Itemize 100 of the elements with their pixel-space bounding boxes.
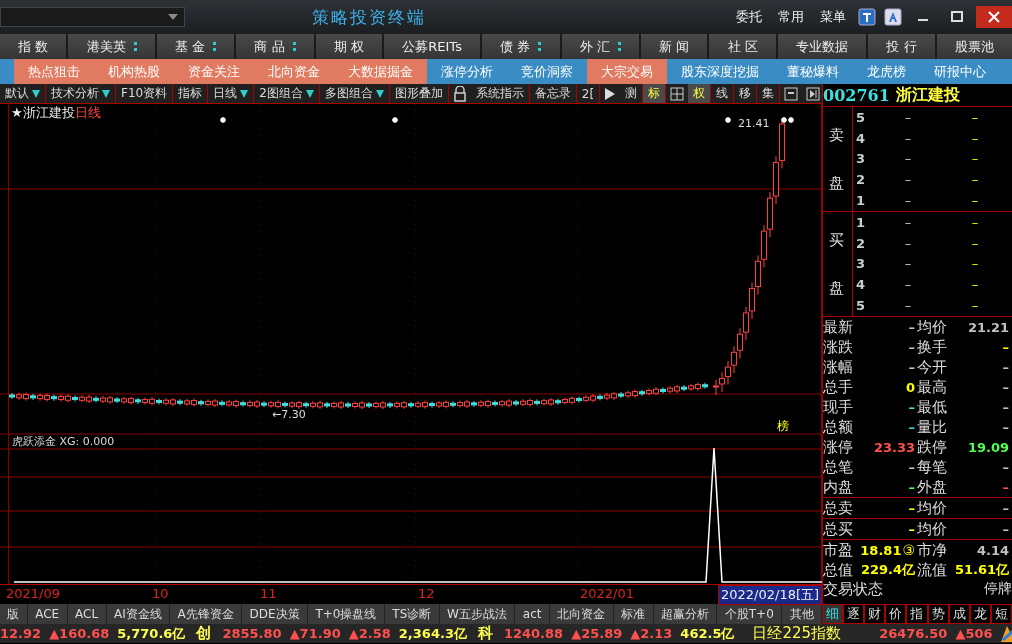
stat-label: 交易状态 <box>823 579 883 599</box>
ticker-text: 2,364.3亿 <box>398 624 467 643</box>
stat-value: – <box>907 359 916 375</box>
toolbar-button[interactable]: 权 <box>688 84 712 103</box>
ticker-text: ▲160.68 <box>49 626 110 641</box>
stat-label: 市盈 <box>823 540 854 560</box>
stat-label: 流值 <box>917 560 948 580</box>
nav-tab[interactable]: 新 闻 <box>641 34 708 59</box>
stat-label: 换手 <box>917 337 948 357</box>
stock-name: 浙江建投 <box>895 84 960 106</box>
level-number: 4 <box>855 277 867 293</box>
detail-tab[interactable]: 势 <box>927 604 949 624</box>
stat-value: – <box>1001 379 1010 395</box>
chart-title: ★浙江建投 <box>11 105 75 120</box>
ticker-text: 462.5亿 <box>680 624 735 643</box>
detail-tab[interactable]: 成 <box>948 604 970 624</box>
stat-value: 4.14 <box>975 542 1010 558</box>
ticker-text: ▲2.13 <box>630 626 673 641</box>
bid-price: – <box>903 235 913 251</box>
side-label: 买盘 <box>823 212 853 316</box>
bid-volume: – <box>970 256 980 272</box>
bid-volume: – <box>970 172 980 188</box>
menu-button[interactable]: 委托 <box>730 8 768 26</box>
bid-volume: – <box>970 214 980 230</box>
nav-tab[interactable]: 股票池 <box>936 34 1012 59</box>
nav-tab[interactable]: 公募REITs <box>384 34 481 59</box>
detail-tab[interactable]: 细 <box>822 604 844 624</box>
detail-tab[interactable]: 财 <box>864 604 886 624</box>
bid-price: – <box>903 151 913 167</box>
stat-label: 现手 <box>823 397 854 417</box>
panel-icon[interactable] <box>784 86 799 101</box>
level-number: 4 <box>855 130 867 146</box>
bid-volume: – <box>970 235 980 251</box>
stat-value: 51.61亿 <box>953 561 1010 579</box>
ticker-text: ▲506 <box>955 626 993 641</box>
stat-label: 每笔 <box>917 457 948 477</box>
nav-tab[interactable]: 债 券 <box>482 34 560 59</box>
caret-icon <box>32 89 40 98</box>
stat-value: 18.81③ <box>859 542 916 558</box>
stat-value: 229.4亿 <box>859 561 916 579</box>
detail-tab[interactable]: 指 <box>906 604 928 624</box>
detail-tab[interactable]: 价 <box>885 604 907 624</box>
menu-button[interactable]: 常用 <box>772 8 810 26</box>
nav-tab[interactable]: 商 品 <box>236 34 314 59</box>
bid-price: – <box>903 256 913 272</box>
toolbar-t-icon[interactable] <box>858 8 876 26</box>
level-number: 5 <box>855 109 867 125</box>
stat-label: 今开 <box>917 357 948 377</box>
stat-label: 外盘 <box>917 477 948 497</box>
price-label: ←7.30 <box>272 408 306 421</box>
nav-tab[interactable]: 专业数据 <box>777 34 867 59</box>
level-number: 1 <box>855 214 867 230</box>
lock-icon[interactable] <box>452 85 467 102</box>
rank-label: ③ <box>902 542 915 558</box>
stat-value: – <box>1001 459 1010 475</box>
nav-tab[interactable]: 期 权 <box>315 34 383 59</box>
bid-volume: – <box>970 193 980 209</box>
nav-tab[interactable]: 港美英 <box>68 34 155 59</box>
toolbar-button[interactable]: 标 <box>643 84 667 103</box>
stat-label: 最新 <box>823 317 854 337</box>
nav-tab[interactable]: 外 汇 <box>561 34 639 59</box>
stat-value: – <box>907 419 916 435</box>
period-label: 日线 <box>74 105 101 120</box>
detail-tab[interactable]: 龙 <box>969 604 991 624</box>
stat-value: – <box>1001 500 1010 516</box>
nav-tab[interactable]: 基 金 <box>156 34 235 59</box>
nav-tab[interactable]: 指 数 <box>0 34 67 59</box>
stat-value: – <box>907 521 916 537</box>
ticker-text: 5,770.6亿 <box>117 624 186 643</box>
play-icon[interactable] <box>604 86 617 101</box>
stat-value: 23.33 <box>872 439 916 455</box>
stat-value: 21.21 <box>966 319 1010 335</box>
stat-label: 涨跌 <box>823 337 854 357</box>
stat-value: – <box>907 399 916 415</box>
level-number: 1 <box>855 193 867 209</box>
stat-value: – <box>1001 479 1010 495</box>
stat-value: – <box>907 459 916 475</box>
bid-volume: – <box>970 277 980 293</box>
stat-label: 量比 <box>917 417 948 437</box>
toolbar-a-icon[interactable] <box>884 8 902 26</box>
stat-value: 0 <box>904 379 916 395</box>
bid-price: – <box>903 109 913 125</box>
nav-tab[interactable]: 社 区 <box>709 34 776 59</box>
level-number: 5 <box>855 298 867 314</box>
close-icon[interactable] <box>976 6 1012 28</box>
date-label: 2021/09 <box>5 586 61 601</box>
stat-value: – <box>907 500 916 516</box>
bid-price: – <box>903 298 913 314</box>
crosshair-icon[interactable] <box>670 86 685 101</box>
next-icon[interactable] <box>806 86 821 101</box>
level-number: 2 <box>855 172 867 188</box>
level-number: 3 <box>855 256 867 272</box>
nav-tab[interactable]: 投 行 <box>868 34 935 59</box>
stat-value: – <box>907 319 916 335</box>
stat-label: 跌停 <box>917 437 948 457</box>
detail-tab[interactable]: 逐 <box>843 604 865 624</box>
ticker-text: 12.92 <box>0 626 42 641</box>
ticker-text: 创 <box>195 624 213 643</box>
menu-button[interactable]: 菜单 <box>814 8 852 26</box>
detail-tab[interactable]: 短 <box>990 604 1012 624</box>
